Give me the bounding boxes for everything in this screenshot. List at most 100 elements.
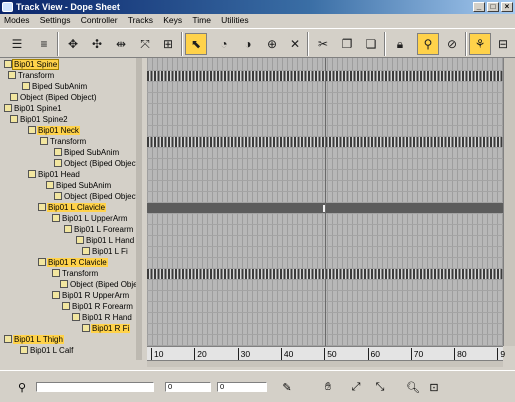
ruler-tick-label: 50 — [324, 348, 337, 360]
tree-item-label: Object (Biped Object — [70, 280, 142, 289]
menu-time[interactable]: Time — [188, 14, 215, 27]
filters-icon[interactable]: ☰ — [6, 33, 28, 55]
tree-item[interactable]: Bip01 R Hand — [72, 312, 133, 323]
tree-item-label: Bip01 L UpperArm — [62, 214, 128, 223]
vertical-scrollbar[interactable] — [503, 58, 515, 346]
delete-time-icon[interactable]: ✕ — [284, 33, 306, 55]
menu-controller[interactable]: Controller — [77, 14, 122, 27]
show-selected-key-stats-icon[interactable]: ✎ — [279, 379, 295, 395]
tree-item[interactable]: Biped SubAnim — [22, 81, 88, 92]
time-ruler[interactable]: 10 20 30 40 50 60 70 80 9 — [147, 346, 505, 360]
move-keys-horizontal-icon[interactable]: ✣ — [86, 33, 108, 55]
tree-item[interactable]: Bip01 L Clavicle — [38, 202, 107, 213]
tree-item[interactable]: Bip01 L Hand — [76, 235, 135, 246]
key-time-field[interactable]: 0 — [165, 382, 211, 392]
tree-item[interactable]: Bip01 Spine1 — [4, 103, 63, 114]
cut-time-icon[interactable]: ✂ — [312, 33, 334, 55]
maximize-button[interactable]: □ — [487, 2, 499, 12]
show-keyable-icon[interactable]: ⊘ — [441, 33, 463, 55]
zoom-icon[interactable]: 🔍︎ — [405, 379, 421, 395]
tree-item[interactable]: Bip01 R Clavicle — [38, 257, 108, 268]
tree-item[interactable]: Transform — [8, 70, 55, 81]
insert-time-icon[interactable]: ◑ — [237, 33, 259, 55]
tree-item-label: Transform — [18, 71, 55, 80]
pan-icon[interactable]: ✋︎ — [320, 379, 336, 395]
tree-item[interactable]: Object (Biped Object — [54, 191, 139, 202]
tree-item[interactable]: Transform — [52, 268, 99, 279]
slide-keys-icon[interactable]: ⇹ — [110, 33, 132, 55]
tree-item[interactable]: Bip01 Neck — [28, 125, 80, 136]
tree-item[interactable]: Bip01 L Forearm — [64, 224, 134, 235]
close-button[interactable]: × — [501, 2, 513, 12]
tree-item[interactable]: Object (Biped Object) — [10, 92, 97, 103]
track-type-icon — [10, 93, 18, 101]
snap-frames-icon[interactable]: ⚲ — [417, 33, 439, 55]
scale-time-icon[interactable]: ◔ — [213, 33, 235, 55]
track-type-icon — [76, 236, 84, 244]
minimize-button[interactable]: _ — [473, 2, 485, 12]
tree-item-label: Bip01 Head — [38, 170, 80, 179]
tree-item[interactable]: Bip01 Spine2 — [10, 114, 69, 125]
tree-item[interactable]: Biped SubAnim — [46, 180, 112, 191]
tree-item[interactable]: Bip01 L UpperArm — [52, 213, 129, 224]
ruler-tick-label: 40 — [280, 348, 293, 360]
ruler-tick-label: 60 — [367, 348, 380, 360]
paste-time-icon[interactable]: ❏ — [360, 33, 382, 55]
zoom-selected-object-icon[interactable]: ⚲ — [14, 379, 30, 395]
menu-settings[interactable]: Settings — [36, 14, 75, 27]
app-icon — [2, 2, 13, 12]
zoom-horizontal-extents-icon[interactable]: ⤢ — [348, 379, 364, 395]
track-type-icon — [46, 181, 54, 189]
value-field[interactable]: 0 — [217, 382, 267, 392]
zoom-value-extents-icon[interactable]: ⤡ — [372, 379, 388, 395]
tree-item-label: Bip01 L Clavicle — [47, 203, 107, 212]
modify-child-keys-icon[interactable]: ⊟ — [492, 33, 514, 55]
tree-item-label: Biped SubAnim — [64, 148, 120, 157]
tree-item[interactable]: Bip01 R UpperArm — [52, 290, 130, 301]
tree-item[interactable]: Bip01 L Calf — [20, 345, 74, 356]
tree-item[interactable]: Bip01 R Fi — [82, 323, 131, 334]
scale-keys-icon[interactable]: ⤧ — [134, 33, 156, 55]
tree-item[interactable]: Object (Biped Object) — [54, 158, 141, 169]
menu-utilities[interactable]: Utilities — [217, 14, 252, 27]
track-type-icon — [8, 71, 16, 79]
copy-time-icon[interactable]: ❐ — [336, 33, 358, 55]
zoom-region-icon[interactable]: ⊡ — [426, 379, 442, 395]
tree-item-label: Bip01 Spine1 — [14, 104, 62, 113]
tree-item-label: Bip01 L Thigh — [13, 335, 64, 344]
track-type-icon — [54, 192, 62, 200]
ruler-tick-label: 9 — [497, 348, 505, 360]
menu-tracks[interactable]: Tracks — [124, 14, 157, 27]
lock-selection-icon[interactable]: 🔒︎ — [389, 33, 411, 55]
ruler-tick-label: 30 — [237, 348, 250, 360]
tree-item[interactable]: Transform — [40, 136, 87, 147]
track-type-icon — [22, 82, 30, 90]
track-type-icon — [54, 159, 62, 167]
tree-item[interactable]: Object (Biped Object — [60, 279, 142, 290]
move-keys-icon[interactable]: ✥ — [62, 33, 84, 55]
track-type-icon — [4, 335, 12, 343]
tree-item-label: Biped SubAnim — [32, 82, 88, 91]
tree-item-label: Bip01 R Forearm — [72, 302, 133, 311]
track-type-icon — [28, 126, 36, 134]
selection-name-field[interactable] — [36, 382, 154, 392]
tree-item[interactable]: Bip01 Spine — [4, 59, 60, 70]
tree-item[interactable]: Bip01 L Thigh — [4, 334, 64, 345]
tree-item-label: Bip01 L Fi — [92, 247, 128, 256]
modify-subtree-icon[interactable]: ⚘ — [469, 33, 491, 55]
tree-item[interactable]: Bip01 L Fi — [82, 246, 129, 257]
toolbar: ☰ ≡ ✥ ✣ ⇹ ⤧ ⊞ ⬉ ◔ ◑ ⊕ ✕ ✂ ❐ ❏ 🔒︎ ⚲ ⊘ ⚘ ⊟ — [0, 28, 515, 58]
select-time-icon[interactable]: ⬉ — [185, 33, 207, 55]
tree-item[interactable]: Bip01 R Forearm — [62, 301, 134, 312]
horizontal-scrollbar[interactable] — [147, 360, 503, 367]
title-bar: Track View - Dope Sheet _ □ × — [0, 0, 515, 14]
tree-item[interactable]: Biped SubAnim — [54, 147, 120, 158]
menu-modes[interactable]: Modes — [0, 14, 34, 27]
tree-scrollbar[interactable] — [136, 58, 142, 360]
add-keys-icon[interactable]: ⊞ — [157, 33, 179, 55]
edit-keys-icon[interactable]: ≡ — [33, 33, 55, 55]
menu-keys[interactable]: Keys — [159, 14, 186, 27]
reverse-time-icon[interactable]: ⊕ — [261, 33, 283, 55]
tree-item-label: Bip01 R UpperArm — [62, 291, 130, 300]
tree-item[interactable]: Bip01 Head — [28, 169, 81, 180]
